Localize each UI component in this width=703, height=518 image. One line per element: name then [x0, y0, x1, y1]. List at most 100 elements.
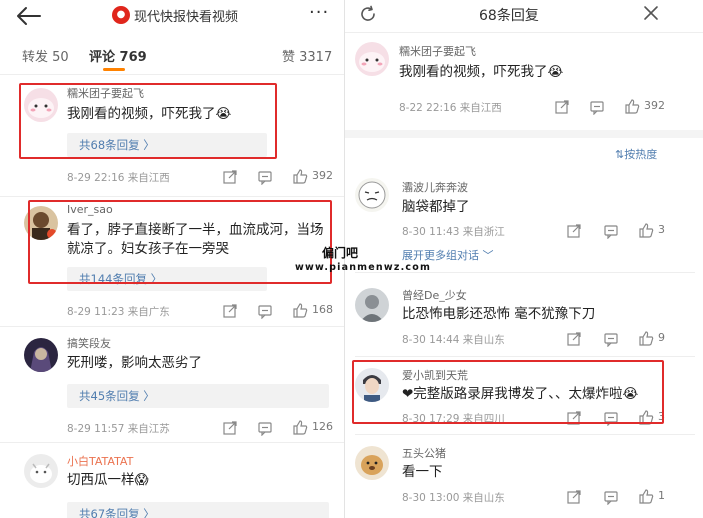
reply-icon[interactable]: [589, 99, 605, 115]
expand-more-link[interactable]: 展开更多组对话 ﹀: [402, 247, 494, 263]
like-count: 168: [312, 303, 333, 316]
comment-divider: [0, 196, 345, 197]
comment-meta: 8-29 22:16 来自江西: [67, 172, 170, 184]
like-count: 392: [312, 169, 333, 182]
avatar[interactable]: [24, 338, 58, 372]
view-replies-link[interactable]: 共67条回复 〉: [67, 502, 329, 518]
comment-text: 比恐怖电影还恐怖 毫不犹豫下刀: [402, 306, 596, 322]
reply-icon[interactable]: [257, 169, 273, 185]
like-icon[interactable]: [292, 419, 308, 435]
view-replies-link[interactable]: 共144条回复 〉: [67, 267, 267, 291]
tab-likes[interactable]: 赞 3317: [282, 46, 332, 65]
publisher-logo-icon: ●: [112, 6, 130, 24]
view-replies-link[interactable]: 共68条回复 〉: [67, 133, 267, 157]
reply-icon[interactable]: [603, 410, 619, 426]
avatar[interactable]: [355, 288, 389, 322]
reply-item: 五头公猪 看一下 8-30 13:00 来自山东 1: [345, 440, 703, 518]
post-title[interactable]: 现代快报快看视频: [134, 6, 238, 25]
comment-text: 我刚看的视频，吓死我了😭: [399, 64, 564, 80]
like-icon[interactable]: [624, 98, 640, 114]
comment-meta: 8-29 11:57 来自江苏: [67, 423, 170, 435]
watermark-title: 偏门吧: [322, 246, 359, 260]
comment-text: 死刑喽，影响太恶劣了: [67, 355, 202, 371]
like-count: 9: [658, 331, 665, 344]
comment-username[interactable]: Iver_sao: [67, 203, 113, 216]
share-icon[interactable]: [566, 489, 582, 505]
avatar[interactable]: [355, 178, 389, 212]
comment-username[interactable]: 五头公猪: [402, 445, 446, 461]
comment-meta: 8-29 11:23 来自广东: [67, 306, 170, 318]
sort-by-hot-button[interactable]: ⇅按热度: [615, 146, 657, 162]
comment-username[interactable]: 糯米团子要起飞: [399, 43, 476, 59]
active-tab-indicator: [103, 68, 125, 71]
reply-icon[interactable]: [603, 223, 619, 239]
tabs-divider: [0, 74, 345, 75]
comment-item: 搞笑段友 死刑喽，影响太恶劣了 共45条回复 〉 8-29 11:57 来自江苏…: [0, 330, 345, 440]
header-divider: [345, 32, 703, 33]
close-icon[interactable]: [643, 5, 659, 21]
share-icon[interactable]: [566, 331, 582, 347]
reply-icon[interactable]: [257, 303, 273, 319]
section-separator: [345, 130, 703, 138]
share-icon[interactable]: [566, 223, 582, 239]
comment-username[interactable]: 灞波儿奔奔波: [402, 179, 468, 195]
comment-username[interactable]: 搞笑段友: [67, 335, 111, 351]
tab-bar: 转发 50 评论 769 赞 3317: [0, 38, 345, 74]
comment-text: 脑袋都掉了: [402, 199, 470, 215]
like-icon[interactable]: [292, 168, 308, 184]
share-icon[interactable]: [566, 410, 582, 426]
reply-icon[interactable]: [603, 331, 619, 347]
like-icon[interactable]: [638, 488, 654, 504]
like-icon[interactable]: [638, 330, 654, 346]
back-arrow-icon[interactable]: [14, 4, 42, 28]
comment-meta: 8-30 17:29 来自四川: [402, 413, 505, 425]
reply-divider: [355, 434, 695, 435]
comment-username[interactable]: 小白TATATAT: [67, 453, 133, 469]
share-icon[interactable]: [222, 303, 238, 319]
like-count: 3: [658, 223, 665, 236]
avatar[interactable]: [355, 446, 389, 480]
comment-item: Iver_sao 看了，脖子直接断了一半，血流成河，当场 就凉了。妇女孩子在一旁…: [0, 198, 345, 320]
root-comment: 糯米团子要起飞 我刚看的视频，吓死我了😭 8-22 22:16 来自江西 392: [345, 36, 703, 126]
avatar[interactable]: [24, 206, 58, 240]
comment-username[interactable]: 糯米团子要起飞: [67, 85, 144, 101]
reply-item: 爱小凯到天荒 ❤完整版路录屏我博发了、、太爆炸啦😭 8-30 17:29 来自四…: [345, 362, 703, 432]
tab-forward[interactable]: 转发 50: [22, 46, 69, 65]
screenshot-composite: ● 现代快报快看视频 ··· 转发 50 评论 769 赞 3317 糯米团子要…: [0, 0, 703, 518]
like-icon[interactable]: [638, 409, 654, 425]
replies-title: 68条回复: [479, 8, 539, 24]
comment-text: 我刚看的视频，吓死我了😭: [67, 106, 232, 122]
comment-text: 看一下: [402, 464, 443, 480]
refresh-icon[interactable]: [359, 5, 377, 23]
tab-comments[interactable]: 评论 769: [89, 46, 147, 65]
share-icon[interactable]: [554, 99, 570, 115]
comment-divider: [0, 442, 345, 443]
comment-text: ❤完整版路录屏我博发了、、太爆炸啦😭: [402, 386, 639, 402]
avatar[interactable]: [24, 454, 58, 488]
share-icon[interactable]: [222, 420, 238, 436]
like-icon[interactable]: [638, 222, 654, 238]
like-icon[interactable]: [292, 302, 308, 318]
reply-divider: [355, 356, 695, 357]
reply-item: 曾经De_少女 比恐怖电影还恐怖 毫不犹豫下刀 8-30 14:44 来自山东 …: [345, 282, 703, 352]
more-options-icon[interactable]: ···: [309, 2, 329, 23]
like-count: 3: [658, 410, 665, 423]
avatar[interactable]: [355, 42, 389, 76]
replies-header: 68条回复: [345, 0, 703, 30]
comment-username[interactable]: 爱小凯到天荒: [402, 367, 468, 383]
comment-item: 小白TATATAT 切西瓜一样😱 共67条回复 〉: [0, 446, 345, 518]
watermark-url: www.pianmenwz.com: [295, 262, 432, 273]
share-icon[interactable]: [222, 169, 238, 185]
comment-username[interactable]: 曾经De_少女: [402, 287, 467, 303]
avatar[interactable]: [24, 88, 58, 122]
reply-icon[interactable]: [257, 420, 273, 436]
comment-meta: 8-22 22:16 来自江西: [399, 102, 502, 114]
view-replies-link[interactable]: 共45条回复 〉: [67, 384, 329, 408]
like-count: 126: [312, 420, 333, 433]
post-header: ● 现代快报快看视频 ···: [0, 0, 345, 34]
reply-icon[interactable]: [603, 489, 619, 505]
replies-panel: 68条回复 糯米团子要起飞 我刚看的视频，吓死我了😭 8-22 22:16 来自…: [345, 0, 703, 518]
comment-meta: 8-30 13:00 来自山东: [402, 492, 505, 504]
avatar[interactable]: [355, 368, 389, 402]
comment-text-line: 就凉了。妇女孩子在一旁哭: [67, 241, 229, 257]
